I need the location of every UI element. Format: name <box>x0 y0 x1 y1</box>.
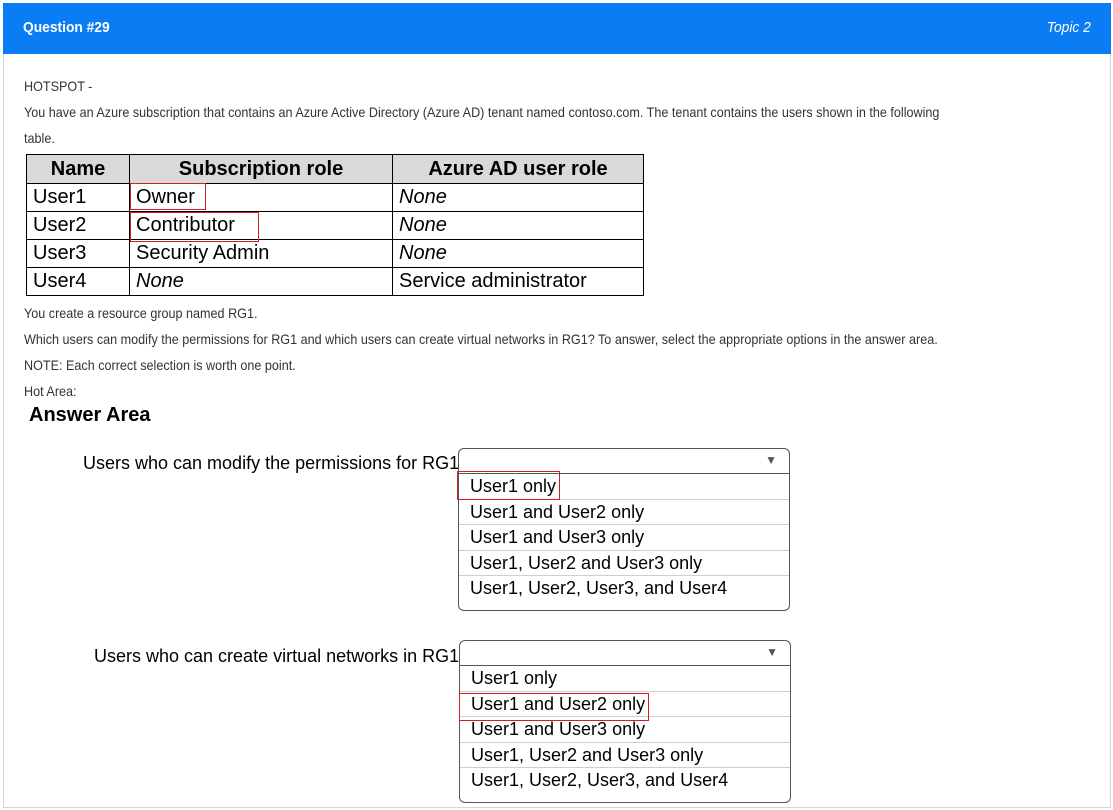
dropdown-modify-permissions[interactable]: ▼ User1 only User1 and User2 only User1 … <box>458 448 790 611</box>
question-type-label: HOTSPOT - <box>24 78 93 94</box>
question-header: Question #29 Topic 2 <box>3 3 1111 54</box>
column-header: Name <box>26 154 130 184</box>
dropdown-option[interactable]: User1, User2, User3, and User4 <box>459 576 789 602</box>
prompt-create-vnets: Users who can create virtual networks in… <box>94 646 465 666</box>
table-cell: Service administrator <box>392 267 644 296</box>
table-cell: None <box>129 267 393 296</box>
column-header: Subscription role <box>129 154 393 184</box>
table-cell: User3 <box>26 239 130 268</box>
column-header: Azure AD user role <box>392 154 644 184</box>
table-header-row: Name Subscription role Azure AD user rol… <box>26 154 644 184</box>
hot-area-label: Hot Area: <box>24 383 77 399</box>
dropdown-option[interactable]: User1 only <box>460 666 790 692</box>
dropdown-options: User1 only User1 and User2 only User1 an… <box>458 474 790 611</box>
users-table: Name Subscription role Azure AD user rol… <box>26 154 644 296</box>
dropdown-option[interactable]: User1, User2, User3, and User4 <box>460 768 790 794</box>
dropdown-option[interactable]: User1 and User3 only <box>460 717 790 743</box>
table-cell: None <box>392 239 644 268</box>
dropdown-option[interactable]: User1 and User2 only <box>459 500 789 526</box>
body-text-line2: Which users can modify the permissions f… <box>24 331 938 347</box>
chevron-down-icon[interactable]: ▼ <box>766 645 778 659</box>
table-cell: User4 <box>26 267 130 296</box>
chevron-down-icon[interactable]: ▼ <box>765 453 777 467</box>
dropdown-options: User1 only User1 and User2 only User1 an… <box>459 666 791 803</box>
table-row: User3 Security Admin None <box>26 239 644 268</box>
dropdown-head[interactable]: ▼ <box>458 448 790 474</box>
table-row: User2 Contributor None <box>26 211 644 240</box>
dropdown-option[interactable]: User1, User2 and User3 only <box>460 743 790 769</box>
table-cell: Owner <box>129 183 393 212</box>
note-text: NOTE: Each correct selection is worth on… <box>24 357 296 373</box>
dropdown-option[interactable]: User1 only <box>459 474 789 500</box>
table-cell: User1 <box>26 183 130 212</box>
answer-area-title: Answer Area <box>29 404 151 426</box>
dropdown-option[interactable]: User1, User2 and User3 only <box>459 551 789 577</box>
dropdown-option[interactable]: User1 and User2 only <box>460 692 790 718</box>
table-cell: User2 <box>26 211 130 240</box>
dropdown-option[interactable]: User1 and User3 only <box>459 525 789 551</box>
table-row: User1 Owner None <box>26 183 644 212</box>
prompt-modify-permissions: Users who can modify the permissions for… <box>83 453 465 473</box>
table-cell: None <box>392 183 644 212</box>
question-number: Question #29 <box>23 19 110 36</box>
dropdown-create-vnets[interactable]: ▼ User1 only User1 and User2 only User1 … <box>459 640 791 803</box>
table-cell: Security Admin <box>129 239 393 268</box>
table-row: User4 None Service administrator <box>26 267 644 296</box>
intro-text-line2: table. <box>24 130 55 146</box>
intro-text-line1: You have an Azure subscription that cont… <box>24 104 940 120</box>
table-cell: Contributor <box>129 211 393 240</box>
body-text-line1: You create a resource group named RG1. <box>24 305 258 321</box>
table-cell: None <box>392 211 644 240</box>
topic-label: Topic 2 <box>1047 19 1091 36</box>
dropdown-head[interactable]: ▼ <box>459 640 791 666</box>
